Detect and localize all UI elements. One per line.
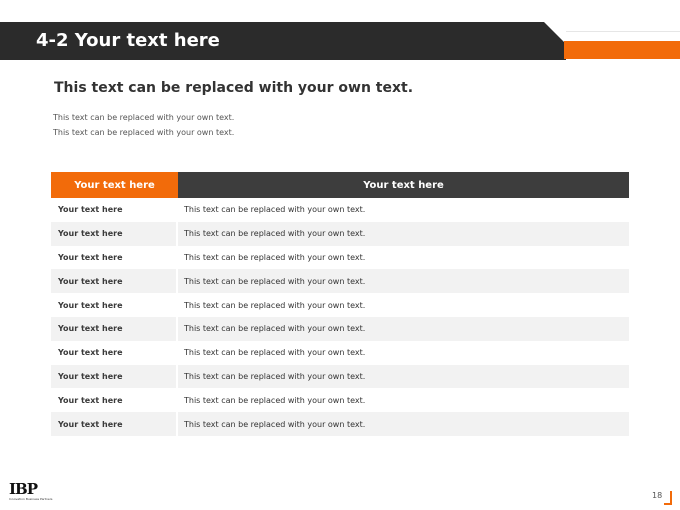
- table-row-label: Your text here: [51, 293, 178, 317]
- page-corner-mark: [664, 491, 672, 505]
- table-row-text: This text can be replaced with your own …: [184, 371, 366, 381]
- table-header-cell: Your text here: [51, 172, 178, 198]
- table-row: Your text here This text can be replaced …: [51, 245, 629, 270]
- table-row: Your text here This text can be replaced …: [51, 364, 629, 389]
- table-row-text: This text can be replaced with your own …: [184, 252, 366, 262]
- table-row-text: This text can be replaced with your own …: [184, 324, 366, 334]
- accent-bar: [564, 41, 680, 59]
- table-row-label: Your text here: [51, 340, 178, 365]
- table-row-label: Your text here: [51, 412, 178, 436]
- table-header-row: Your text here Your text here: [51, 172, 629, 198]
- table-row-label: Your text here: [51, 198, 178, 222]
- table-row-text: This text can be replaced with your own …: [184, 205, 366, 215]
- table-row-label: Your text here: [51, 364, 178, 389]
- content-table: Your text here Your text here Your text …: [51, 172, 629, 436]
- table-row: Your text here This text can be replaced …: [51, 198, 629, 222]
- table-row-label: Your text here: [51, 388, 178, 413]
- logo-tagline: Innovation Business Partners: [9, 497, 53, 501]
- table-header-cell: Your text here: [178, 172, 629, 198]
- body-text-line: This text can be replaced with your own …: [53, 113, 235, 122]
- table-row: Your text here This text can be replaced …: [51, 221, 629, 246]
- table-row: Your text here This text can be replaced …: [51, 269, 629, 294]
- logo-wordmark: IBP: [9, 480, 38, 498]
- company-logo: IBP Innovation Business Partners: [9, 480, 53, 505]
- table-row-text: This text can be replaced with your own …: [184, 229, 366, 239]
- table-row-label: Your text here: [51, 245, 178, 270]
- page-number: 18: [652, 491, 663, 500]
- table-row-label: Your text here: [51, 269, 178, 294]
- table-row: Your text here This text can be replaced …: [51, 316, 629, 341]
- table-row: Your text here This text can be replaced …: [51, 293, 629, 317]
- accent-rule: [566, 31, 680, 32]
- table-row-text: This text can be replaced with your own …: [184, 348, 366, 358]
- table-row-text: This text can be replaced with your own …: [184, 419, 366, 429]
- table-row-label: Your text here: [51, 316, 178, 341]
- table-row-label: Your text here: [51, 221, 178, 246]
- body-text-line: This text can be replaced with your own …: [53, 128, 235, 137]
- section-subtitle: This text can be replaced with your own …: [54, 80, 414, 96]
- slide-title: 4-2 Your text here: [36, 30, 220, 51]
- table-row-text: This text can be replaced with your own …: [184, 300, 366, 310]
- table-row: Your text here This text can be replaced …: [51, 388, 629, 413]
- table-row-text: This text can be replaced with your own …: [184, 276, 366, 286]
- table-body: Your text here This text can be replaced …: [51, 198, 629, 436]
- table-row: Your text here This text can be replaced …: [51, 340, 629, 365]
- table-row: Your text here This text can be replaced …: [51, 412, 629, 436]
- table-row-text: This text can be replaced with your own …: [184, 395, 366, 405]
